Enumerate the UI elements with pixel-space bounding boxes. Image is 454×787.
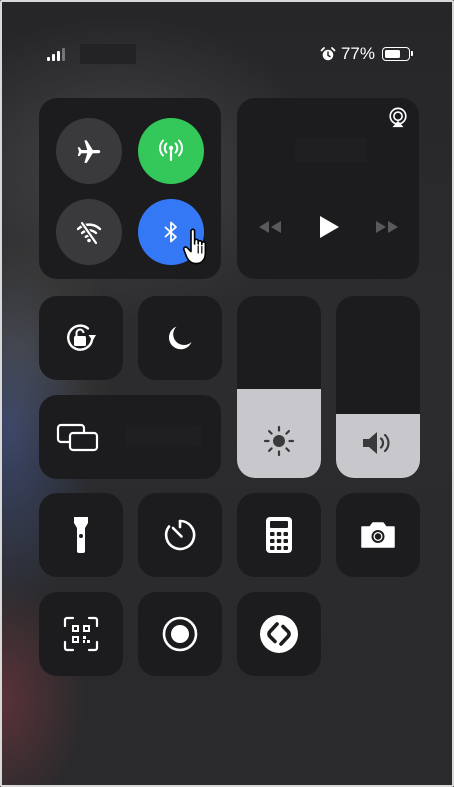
qr-code-icon	[63, 616, 99, 652]
battery-icon	[382, 47, 413, 61]
media-module[interactable]	[237, 98, 419, 279]
play-icon[interactable]	[318, 215, 340, 239]
screen-mirroring-icon	[56, 423, 99, 452]
antenna-icon	[159, 139, 183, 162]
screen-mirroring-button[interactable]	[39, 395, 221, 479]
do-not-disturb-button[interactable]	[138, 296, 222, 380]
calculator-button[interactable]	[237, 493, 321, 577]
redacted-track-title	[295, 138, 367, 162]
alarm-icon	[320, 47, 336, 61]
rotation-lock-icon	[67, 324, 96, 351]
flashlight-button[interactable]	[39, 493, 123, 577]
camera-icon	[361, 522, 395, 548]
airplay-icon[interactable]	[387, 107, 409, 129]
moon-icon	[168, 326, 192, 350]
fast-forward-icon[interactable]	[374, 219, 400, 235]
screen-recording-button[interactable]	[138, 592, 222, 676]
cellular-data-toggle[interactable]	[138, 118, 204, 184]
calculator-icon	[266, 517, 292, 553]
hand-cursor-icon	[182, 228, 207, 265]
brightness-icon	[263, 425, 295, 457]
flashlight-icon	[74, 517, 88, 553]
qr-scanner-button[interactable]	[39, 592, 123, 676]
timer-icon	[164, 519, 196, 551]
airplane-mode-toggle[interactable]	[56, 118, 122, 184]
status-bar: 77%	[0, 44, 454, 64]
record-icon	[162, 616, 198, 652]
wifi-toggle[interactable]	[56, 199, 122, 265]
airplane-icon	[77, 140, 101, 163]
camera-button[interactable]	[336, 493, 420, 577]
orientation-lock-button[interactable]	[39, 296, 123, 380]
shazam-icon	[260, 615, 298, 653]
speaker-icon	[363, 432, 390, 454]
redacted-mirroring-label	[125, 425, 201, 447]
rewind-icon[interactable]	[257, 219, 283, 235]
shazam-button[interactable]	[237, 592, 321, 676]
timer-button[interactable]	[138, 493, 222, 577]
brightness-slider[interactable]	[237, 296, 321, 478]
redacted-carrier	[80, 44, 136, 64]
volume-slider[interactable]	[336, 296, 420, 478]
wifi-off-icon	[76, 221, 102, 245]
signal-icon	[47, 48, 65, 61]
battery-percentage: 77%	[340, 44, 375, 63]
